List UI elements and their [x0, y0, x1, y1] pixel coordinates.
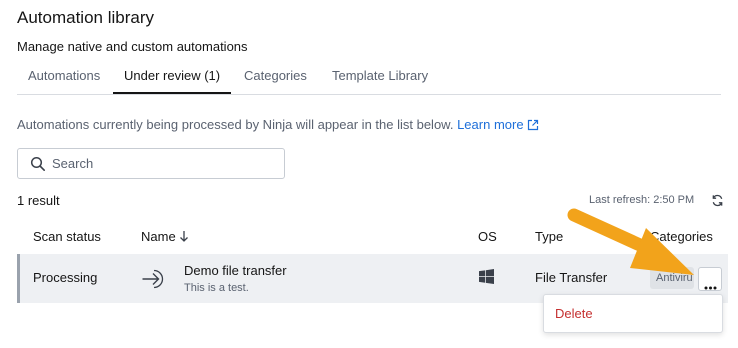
column-header-scan-status[interactable]: Scan status: [33, 229, 101, 244]
info-message: Automations currently being processed by…: [17, 117, 539, 134]
file-transfer-icon: [141, 268, 167, 295]
more-actions-button[interactable]: [698, 267, 722, 291]
column-header-type[interactable]: Type: [535, 229, 563, 244]
scan-status-cell: Processing: [33, 270, 98, 285]
delete-menu-item[interactable]: Delete: [555, 306, 593, 321]
tab-under-review[interactable]: Under review (1): [113, 62, 232, 94]
search-box: [17, 148, 285, 179]
column-header-name-label: Name: [141, 229, 176, 244]
info-text: Automations currently being processed by…: [17, 117, 454, 132]
arrow-down-icon: [179, 230, 189, 246]
page-title: Automation library: [17, 8, 155, 27]
row-actions-menu: Delete: [543, 294, 723, 333]
windows-icon: [479, 269, 494, 289]
refresh-icon[interactable]: [711, 194, 724, 212]
learn-more-label: Learn more: [457, 117, 524, 132]
automation-description: This is a test.: [184, 282, 249, 294]
result-count: 1 result: [17, 193, 60, 208]
annotation-arrow-icon: [560, 205, 700, 286]
automation-name[interactable]: Demo file transfer: [184, 263, 287, 278]
page-subtitle: Manage native and custom automations: [17, 39, 248, 54]
column-header-name[interactable]: Name: [141, 229, 189, 246]
learn-more-link[interactable]: Learn more: [457, 117, 538, 132]
search-input[interactable]: [52, 150, 278, 177]
column-header-os[interactable]: OS: [478, 229, 497, 244]
search-icon: [30, 156, 46, 177]
tab-automations[interactable]: Automations: [17, 62, 111, 93]
tab-bar: Automations Under review (1) Categories …: [17, 62, 721, 95]
ellipsis-icon: [704, 277, 717, 295]
external-link-icon: [527, 119, 539, 134]
tab-categories[interactable]: Categories: [233, 62, 318, 93]
tab-template-library[interactable]: Template Library: [321, 62, 439, 93]
